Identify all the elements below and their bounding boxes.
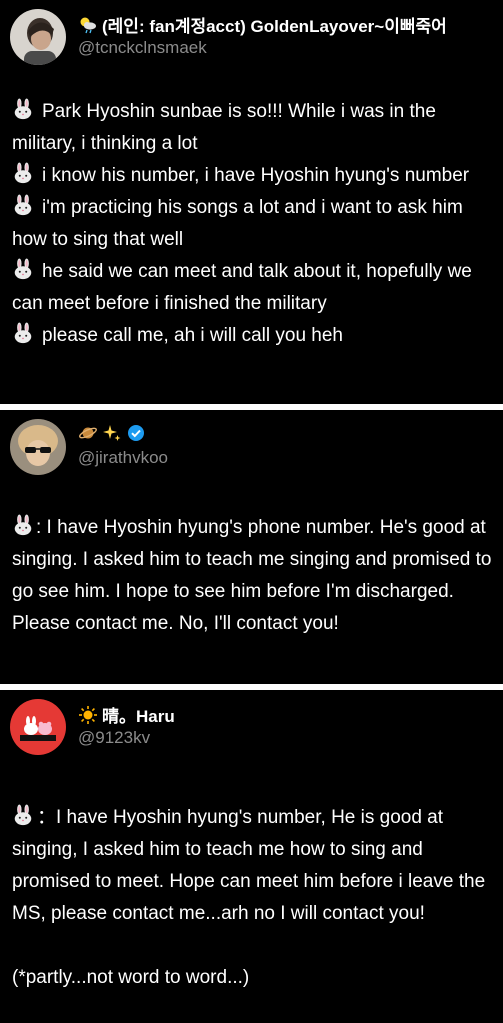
sun-behind-rain-cloud-icon (78, 14, 98, 35)
username[interactable]: @jirathvkoo (78, 448, 168, 468)
post-line: i know his number, i have Hyoshin hyung'… (12, 160, 495, 192)
post-line: please call me, ah i will call you heh (12, 320, 495, 352)
avatar[interactable] (10, 699, 66, 755)
post-line: he said we can meet and talk about it, h… (12, 256, 495, 320)
sparkles-icon (102, 422, 122, 443)
avatar[interactable] (10, 419, 66, 475)
display-name[interactable]: 晴。Haru (78, 702, 175, 727)
post-text: : I have Hyoshin hyung's phone number. H… (12, 517, 492, 634)
sun-icon (78, 704, 98, 725)
post-body: Park Hyoshin sunbae is so!!! While i was… (12, 96, 495, 352)
post-card-1: (레인: fan계정acct) GoldenLayover~이뻐죽어 @tcnc… (0, 0, 503, 404)
display-name-text: (레인: fan계정acct) GoldenLayover~이뻐죽어 (102, 17, 447, 36)
post-note: (*partly...not word to word...) (12, 967, 250, 988)
display-name[interactable]: (레인: fan계정acct) GoldenLayover~이뻐죽어 (78, 12, 447, 37)
verified-badge-icon (126, 422, 146, 443)
display-name[interactable] (78, 422, 150, 443)
post-text: ：I have Hyoshin hyung's number, He is go… (12, 802, 495, 930)
post-body: ：I have Hyoshin hyung's number, He is go… (12, 802, 495, 994)
ringed-planet-icon (78, 422, 98, 443)
rabbit-face-icon (12, 804, 34, 826)
rabbit-face-icon (12, 194, 34, 216)
post-line: Park Hyoshin sunbae is so!!! While i was… (12, 96, 495, 160)
post-body: : I have Hyoshin hyung's phone number. H… (12, 512, 495, 640)
rabbit-face-icon (12, 98, 34, 120)
post-card-2: @jirathvkoo : I have Hyoshin hyung's pho… (0, 410, 503, 684)
username[interactable]: @9123kv (78, 728, 150, 748)
post-line: i'm practicing his songs a lot and i wan… (12, 192, 495, 256)
rabbit-face-icon (12, 514, 34, 536)
post-card-3: 晴。Haru @9123kv ：I have Hyoshin hyung's n… (0, 690, 503, 1023)
display-name-text: 晴。Haru (102, 707, 175, 726)
username[interactable]: @tcnckclnsmaek (78, 38, 207, 58)
rabbit-face-icon (12, 322, 34, 344)
avatar[interactable] (10, 9, 66, 65)
rabbit-face-icon (12, 258, 34, 280)
rabbit-face-icon (12, 162, 34, 184)
